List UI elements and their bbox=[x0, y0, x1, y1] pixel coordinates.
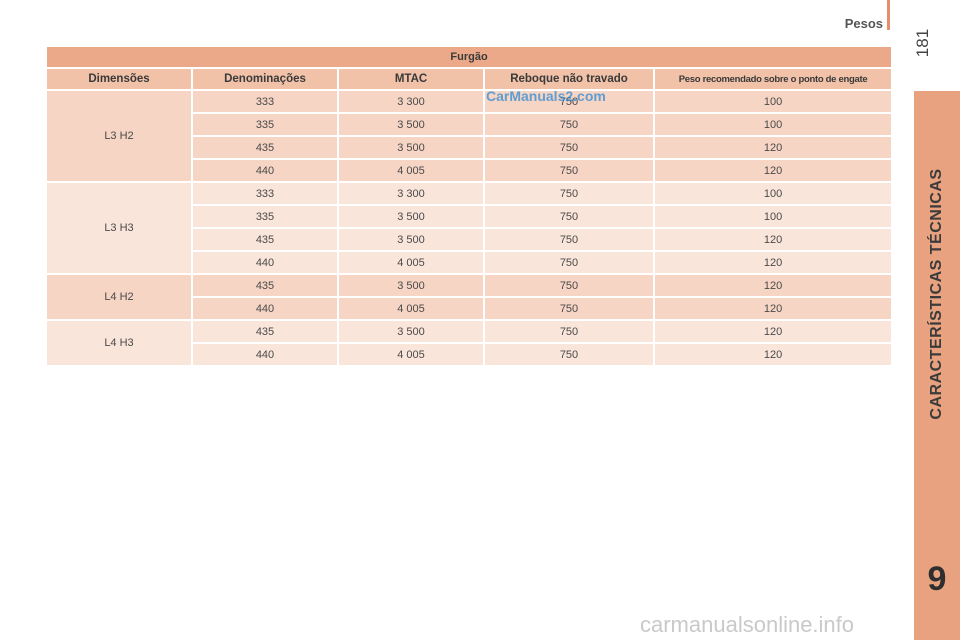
unbraked-trailer-cell: 750 bbox=[485, 229, 653, 250]
denomination-cell: 440 bbox=[193, 298, 337, 319]
mtac-cell: 3 500 bbox=[339, 229, 483, 250]
unbraked-trailer-cell: 750 bbox=[485, 183, 653, 204]
column-header-dimensions: Dimensões bbox=[47, 69, 191, 89]
table-row: L4 H3 435 3 500 750 120 bbox=[47, 321, 892, 365]
denomination-cell: 435 bbox=[193, 137, 337, 158]
unbraked-trailer-cell: 750 bbox=[485, 321, 653, 342]
towball-weight-cell: 100 bbox=[655, 91, 892, 112]
mtac-cell: 4 005 bbox=[339, 344, 483, 365]
towball-weight-cell: 120 bbox=[655, 321, 892, 342]
unbraked-trailer-cell: 750 bbox=[485, 114, 653, 135]
mtac-cell: 3 500 bbox=[339, 206, 483, 227]
towball-weight-cell: 120 bbox=[655, 137, 892, 158]
denomination-cell: 440 bbox=[193, 160, 337, 181]
chapter-title: CARACTERÍSTICAS TÉCNICAS bbox=[928, 168, 945, 420]
towball-weight-cell: 100 bbox=[655, 206, 892, 227]
unbraked-trailer-cell: 750 bbox=[485, 298, 653, 319]
table-row: L3 H2 333 3 300 750 100 bbox=[47, 91, 892, 181]
towball-weight-cell: 120 bbox=[655, 275, 892, 296]
dimension-cell: L3 H3 bbox=[47, 183, 191, 273]
towball-weight-cell: 120 bbox=[655, 298, 892, 319]
mtac-cell: 3 500 bbox=[339, 321, 483, 342]
denomination-cell: 435 bbox=[193, 275, 337, 296]
unbraked-trailer-cell: 750 bbox=[485, 344, 653, 365]
column-header-unbraked-trailer: Reboque não travado bbox=[485, 69, 653, 89]
table-header-row: Dimensões Denominações MTAC Reboque não … bbox=[47, 69, 892, 89]
column-header-mtac: MTAC bbox=[339, 69, 483, 89]
denomination-cell: 435 bbox=[193, 321, 337, 342]
watermark-top: CarManuals2.com bbox=[486, 88, 606, 104]
mtac-cell: 3 500 bbox=[339, 275, 483, 296]
denomination-cell: 333 bbox=[193, 91, 337, 112]
towball-weight-cell: 120 bbox=[655, 252, 892, 273]
towball-weight-cell: 120 bbox=[655, 160, 892, 181]
unbraked-trailer-cell: 750 bbox=[485, 137, 653, 158]
mtac-cell: 3 300 bbox=[339, 91, 483, 112]
weights-table: Furgão Dimensões Denominações MTAC Reboq… bbox=[45, 45, 893, 367]
unbraked-trailer-cell: 750 bbox=[485, 275, 653, 296]
table-row: L4 H2 435 3 500 750 120 bbox=[47, 275, 892, 319]
denomination-cell: 335 bbox=[193, 206, 337, 227]
mtac-cell: 4 005 bbox=[339, 298, 483, 319]
mtac-cell: 4 005 bbox=[339, 160, 483, 181]
denomination-cell: 435 bbox=[193, 229, 337, 250]
column-header-towball-weight: Peso recomendado sobre o ponto de engate bbox=[655, 69, 892, 89]
denomination-cell: 440 bbox=[193, 252, 337, 273]
column-header-denominations: Denominações bbox=[193, 69, 337, 89]
unbraked-trailer-cell: 750 bbox=[485, 160, 653, 181]
dimension-cell: L3 H2 bbox=[47, 91, 191, 181]
watermark-bottom: carmanualsonline.info bbox=[640, 612, 855, 637]
page-number: 181 bbox=[913, 28, 932, 58]
towball-weight-cell: 100 bbox=[655, 183, 892, 204]
denomination-cell: 333 bbox=[193, 183, 337, 204]
denomination-cell: 335 bbox=[193, 114, 337, 135]
mtac-cell: 4 005 bbox=[339, 252, 483, 273]
unbraked-trailer-cell: 750 bbox=[485, 206, 653, 227]
table-row: L3 H3 333 3 300 750 100 bbox=[47, 183, 892, 273]
table-caption: Furgão bbox=[47, 47, 892, 67]
towball-weight-cell: 120 bbox=[655, 229, 892, 250]
mtac-cell: 3 500 bbox=[339, 137, 483, 158]
mtac-cell: 3 500 bbox=[339, 114, 483, 135]
header-accent-line bbox=[887, 0, 890, 30]
dimension-cell: L4 H2 bbox=[47, 275, 191, 319]
towball-weight-cell: 120 bbox=[655, 344, 892, 365]
mtac-cell: 3 300 bbox=[339, 183, 483, 204]
unbraked-trailer-cell: 750 bbox=[485, 252, 653, 273]
towball-weight-cell: 100 bbox=[655, 114, 892, 135]
page-header-title: Pesos bbox=[844, 16, 883, 31]
chapter-number: 9 bbox=[927, 560, 947, 598]
table-body: L3 H2 333 3 300 750 100 335 3 500 750 100 435 3 50… bbox=[47, 91, 892, 365]
denomination-cell: 440 bbox=[193, 344, 337, 365]
dimension-cell: L4 H3 bbox=[47, 321, 191, 365]
